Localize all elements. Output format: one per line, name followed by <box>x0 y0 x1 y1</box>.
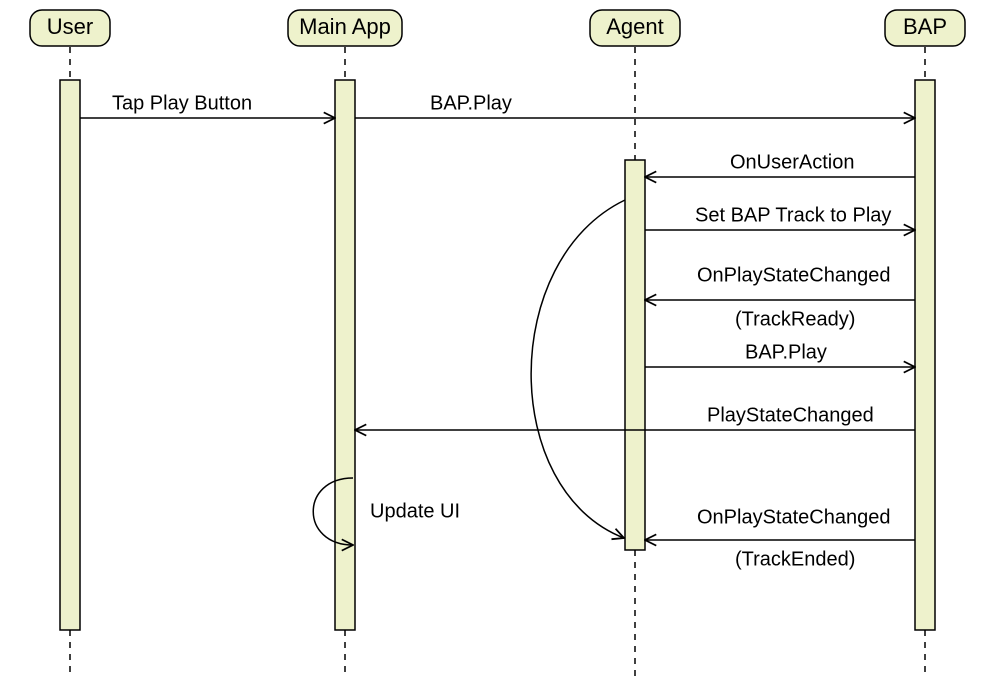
participant-bap-label: BAP <box>903 14 947 39</box>
sequence-diagram: User Main App Agent BAP Tap Play Button … <box>0 0 1000 679</box>
message-state-trackready-label-a: OnPlayStateChanged <box>697 264 890 286</box>
message-tap-play-label: Tap Play Button <box>112 92 252 114</box>
activation-bap <box>915 80 935 630</box>
message-bap-play-2-label: BAP.Play <box>745 341 827 363</box>
message-playstatechanged-label: PlayStateChanged <box>707 404 874 426</box>
message-bap-play-1-label: BAP.Play <box>430 92 512 114</box>
activation-agent <box>625 160 645 550</box>
message-set-track-label: Set BAP Track to Play <box>695 204 891 226</box>
message-on-user-action-label: OnUserAction <box>730 151 855 173</box>
activation-mainapp <box>335 80 355 630</box>
agent-self-loop <box>531 200 625 538</box>
activation-user <box>60 80 80 630</box>
message-update-ui-label: Update UI <box>370 500 460 522</box>
participant-agent-label: Agent <box>606 14 664 39</box>
message-state-trackready-label-b: (TrackReady) <box>735 308 855 330</box>
participant-user-label: User <box>47 14 93 39</box>
message-state-trackended-label-b: (TrackEnded) <box>735 548 855 570</box>
participant-mainapp-label: Main App <box>299 14 391 39</box>
message-state-trackended-label-a: OnPlayStateChanged <box>697 506 890 528</box>
